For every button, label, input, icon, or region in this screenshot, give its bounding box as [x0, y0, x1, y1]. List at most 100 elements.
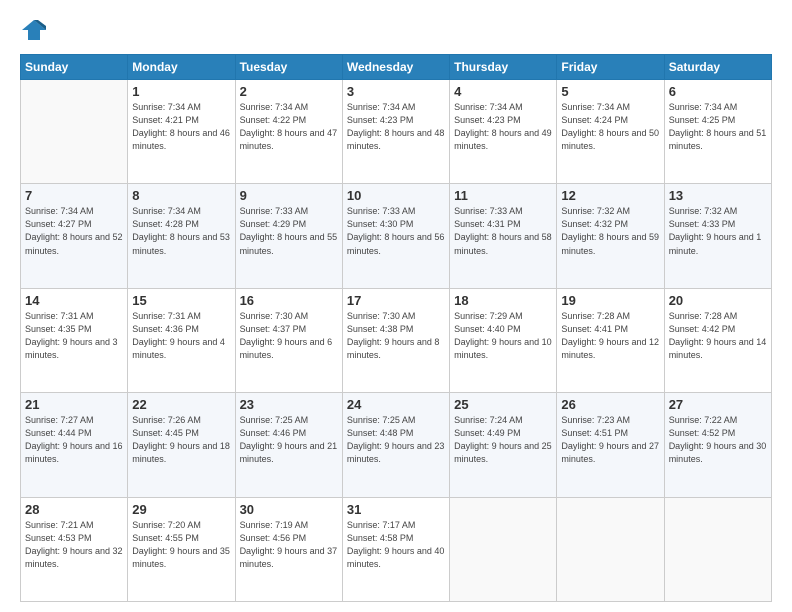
calendar-cell: 14 Sunrise: 7:31 AMSunset: 4:35 PMDayligh…	[21, 288, 128, 392]
day-info: Sunrise: 7:31 AMSunset: 4:35 PMDaylight:…	[25, 310, 123, 362]
calendar-cell: 18 Sunrise: 7:29 AMSunset: 4:40 PMDayligh…	[450, 288, 557, 392]
calendar-week-5: 28 Sunrise: 7:21 AMSunset: 4:53 PMDayligh…	[21, 497, 772, 601]
day-number: 4	[454, 84, 552, 99]
day-info: Sunrise: 7:21 AMSunset: 4:53 PMDaylight:…	[25, 519, 123, 571]
day-number: 25	[454, 397, 552, 412]
day-info: Sunrise: 7:32 AMSunset: 4:33 PMDaylight:…	[669, 205, 767, 257]
calendar-table: SundayMondayTuesdayWednesdayThursdayFrid…	[20, 54, 772, 602]
day-number: 13	[669, 188, 767, 203]
day-number: 26	[561, 397, 659, 412]
day-info: Sunrise: 7:33 AMSunset: 4:30 PMDaylight:…	[347, 205, 445, 257]
calendar-cell: 20 Sunrise: 7:28 AMSunset: 4:42 PMDayligh…	[664, 288, 771, 392]
day-number: 1	[132, 84, 230, 99]
day-info: Sunrise: 7:29 AMSunset: 4:40 PMDaylight:…	[454, 310, 552, 362]
calendar-cell: 6Sunrise: 7:34 AMSunset: 4:25 PMDaylight…	[664, 80, 771, 184]
calendar-cell: 12 Sunrise: 7:32 AMSunset: 4:32 PMDayligh…	[557, 184, 664, 288]
day-number: 7	[25, 188, 123, 203]
day-number: 21	[25, 397, 123, 412]
calendar-cell: 23 Sunrise: 7:25 AMSunset: 4:46 PMDayligh…	[235, 393, 342, 497]
calendar-week-3: 14 Sunrise: 7:31 AMSunset: 4:35 PMDayligh…	[21, 288, 772, 392]
day-info: Sunrise: 7:33 AMSunset: 4:29 PMDaylight:…	[240, 205, 338, 257]
header	[20, 16, 772, 44]
calendar-cell: 29 Sunrise: 7:20 AMSunset: 4:55 PMDayligh…	[128, 497, 235, 601]
calendar-cell: 19 Sunrise: 7:28 AMSunset: 4:41 PMDayligh…	[557, 288, 664, 392]
day-number: 11	[454, 188, 552, 203]
calendar-cell	[664, 497, 771, 601]
calendar-cell: 9Sunrise: 7:33 AMSunset: 4:29 PMDaylight…	[235, 184, 342, 288]
calendar-cell: 26 Sunrise: 7:23 AMSunset: 4:51 PMDayligh…	[557, 393, 664, 497]
day-number: 22	[132, 397, 230, 412]
day-info: Sunrise: 7:25 AMSunset: 4:46 PMDaylight:…	[240, 414, 338, 466]
calendar-cell: 27 Sunrise: 7:22 AMSunset: 4:52 PMDayligh…	[664, 393, 771, 497]
day-number: 2	[240, 84, 338, 99]
calendar-cell: 24 Sunrise: 7:25 AMSunset: 4:48 PMDayligh…	[342, 393, 449, 497]
col-header-thursday: Thursday	[450, 55, 557, 80]
day-info: Sunrise: 7:34 AMSunset: 4:27 PMDaylight:…	[25, 205, 123, 257]
day-number: 8	[132, 188, 230, 203]
day-number: 27	[669, 397, 767, 412]
calendar-cell: 4 Sunrise: 7:34 AMSunset: 4:23 PMDaylight…	[450, 80, 557, 184]
day-number: 16	[240, 293, 338, 308]
day-number: 14	[25, 293, 123, 308]
col-header-monday: Monday	[128, 55, 235, 80]
day-info: Sunrise: 7:34 AMSunset: 4:25 PMDaylight:…	[669, 101, 767, 153]
day-info: Sunrise: 7:34 AMSunset: 4:24 PMDaylight:…	[561, 101, 659, 153]
day-number: 20	[669, 293, 767, 308]
col-header-saturday: Saturday	[664, 55, 771, 80]
calendar-week-4: 21 Sunrise: 7:27 AMSunset: 4:44 PMDayligh…	[21, 393, 772, 497]
day-number: 5	[561, 84, 659, 99]
col-header-tuesday: Tuesday	[235, 55, 342, 80]
col-header-friday: Friday	[557, 55, 664, 80]
calendar-cell	[450, 497, 557, 601]
day-number: 28	[25, 502, 123, 517]
calendar-cell	[21, 80, 128, 184]
day-info: Sunrise: 7:32 AMSunset: 4:32 PMDaylight:…	[561, 205, 659, 257]
day-info: Sunrise: 7:34 AMSunset: 4:22 PMDaylight:…	[240, 101, 338, 153]
day-info: Sunrise: 7:27 AMSunset: 4:44 PMDaylight:…	[25, 414, 123, 466]
day-info: Sunrise: 7:34 AMSunset: 4:21 PMDaylight:…	[132, 101, 230, 153]
calendar-cell: 31Sunrise: 7:17 AMSunset: 4:58 PMDayligh…	[342, 497, 449, 601]
logo	[20, 16, 52, 44]
calendar-cell: 2 Sunrise: 7:34 AMSunset: 4:22 PMDaylight…	[235, 80, 342, 184]
calendar-header-row: SundayMondayTuesdayWednesdayThursdayFrid…	[21, 55, 772, 80]
day-info: Sunrise: 7:22 AMSunset: 4:52 PMDaylight:…	[669, 414, 767, 466]
calendar-cell: 21 Sunrise: 7:27 AMSunset: 4:44 PMDayligh…	[21, 393, 128, 497]
calendar-cell: 28 Sunrise: 7:21 AMSunset: 4:53 PMDayligh…	[21, 497, 128, 601]
calendar-cell: 1 Sunrise: 7:34 AMSunset: 4:21 PMDaylight…	[128, 80, 235, 184]
day-number: 30	[240, 502, 338, 517]
day-info: Sunrise: 7:25 AMSunset: 4:48 PMDaylight:…	[347, 414, 445, 466]
day-info: Sunrise: 7:31 AMSunset: 4:36 PMDaylight:…	[132, 310, 230, 362]
day-info: Sunrise: 7:34 AMSunset: 4:23 PMDaylight:…	[347, 101, 445, 153]
day-info: Sunrise: 7:30 AMSunset: 4:37 PMDaylight:…	[240, 310, 338, 362]
day-info: Sunrise: 7:19 AMSunset: 4:56 PMDaylight:…	[240, 519, 338, 571]
day-number: 12	[561, 188, 659, 203]
day-number: 3	[347, 84, 445, 99]
day-info: Sunrise: 7:28 AMSunset: 4:42 PMDaylight:…	[669, 310, 767, 362]
calendar-cell: 22Sunrise: 7:26 AMSunset: 4:45 PMDayligh…	[128, 393, 235, 497]
day-number: 17	[347, 293, 445, 308]
day-number: 23	[240, 397, 338, 412]
day-info: Sunrise: 7:34 AMSunset: 4:23 PMDaylight:…	[454, 101, 552, 153]
day-info: Sunrise: 7:23 AMSunset: 4:51 PMDaylight:…	[561, 414, 659, 466]
day-info: Sunrise: 7:17 AMSunset: 4:58 PMDaylight:…	[347, 519, 445, 571]
calendar-cell: 17 Sunrise: 7:30 AMSunset: 4:38 PMDayligh…	[342, 288, 449, 392]
day-info: Sunrise: 7:33 AMSunset: 4:31 PMDaylight:…	[454, 205, 552, 257]
logo-icon	[20, 16, 48, 44]
calendar-cell: 25 Sunrise: 7:24 AMSunset: 4:49 PMDayligh…	[450, 393, 557, 497]
calendar-cell: 11 Sunrise: 7:33 AMSunset: 4:31 PMDayligh…	[450, 184, 557, 288]
calendar-cell: 8 Sunrise: 7:34 AMSunset: 4:28 PMDaylight…	[128, 184, 235, 288]
day-number: 19	[561, 293, 659, 308]
day-number: 15	[132, 293, 230, 308]
day-number: 29	[132, 502, 230, 517]
day-info: Sunrise: 7:20 AMSunset: 4:55 PMDaylight:…	[132, 519, 230, 571]
col-header-wednesday: Wednesday	[342, 55, 449, 80]
calendar-week-1: 1 Sunrise: 7:34 AMSunset: 4:21 PMDaylight…	[21, 80, 772, 184]
day-info: Sunrise: 7:28 AMSunset: 4:41 PMDaylight:…	[561, 310, 659, 362]
day-number: 18	[454, 293, 552, 308]
day-info: Sunrise: 7:30 AMSunset: 4:38 PMDaylight:…	[347, 310, 445, 362]
day-number: 24	[347, 397, 445, 412]
day-info: Sunrise: 7:34 AMSunset: 4:28 PMDaylight:…	[132, 205, 230, 257]
calendar-cell: 3 Sunrise: 7:34 AMSunset: 4:23 PMDaylight…	[342, 80, 449, 184]
calendar-cell	[557, 497, 664, 601]
day-info: Sunrise: 7:24 AMSunset: 4:49 PMDaylight:…	[454, 414, 552, 466]
